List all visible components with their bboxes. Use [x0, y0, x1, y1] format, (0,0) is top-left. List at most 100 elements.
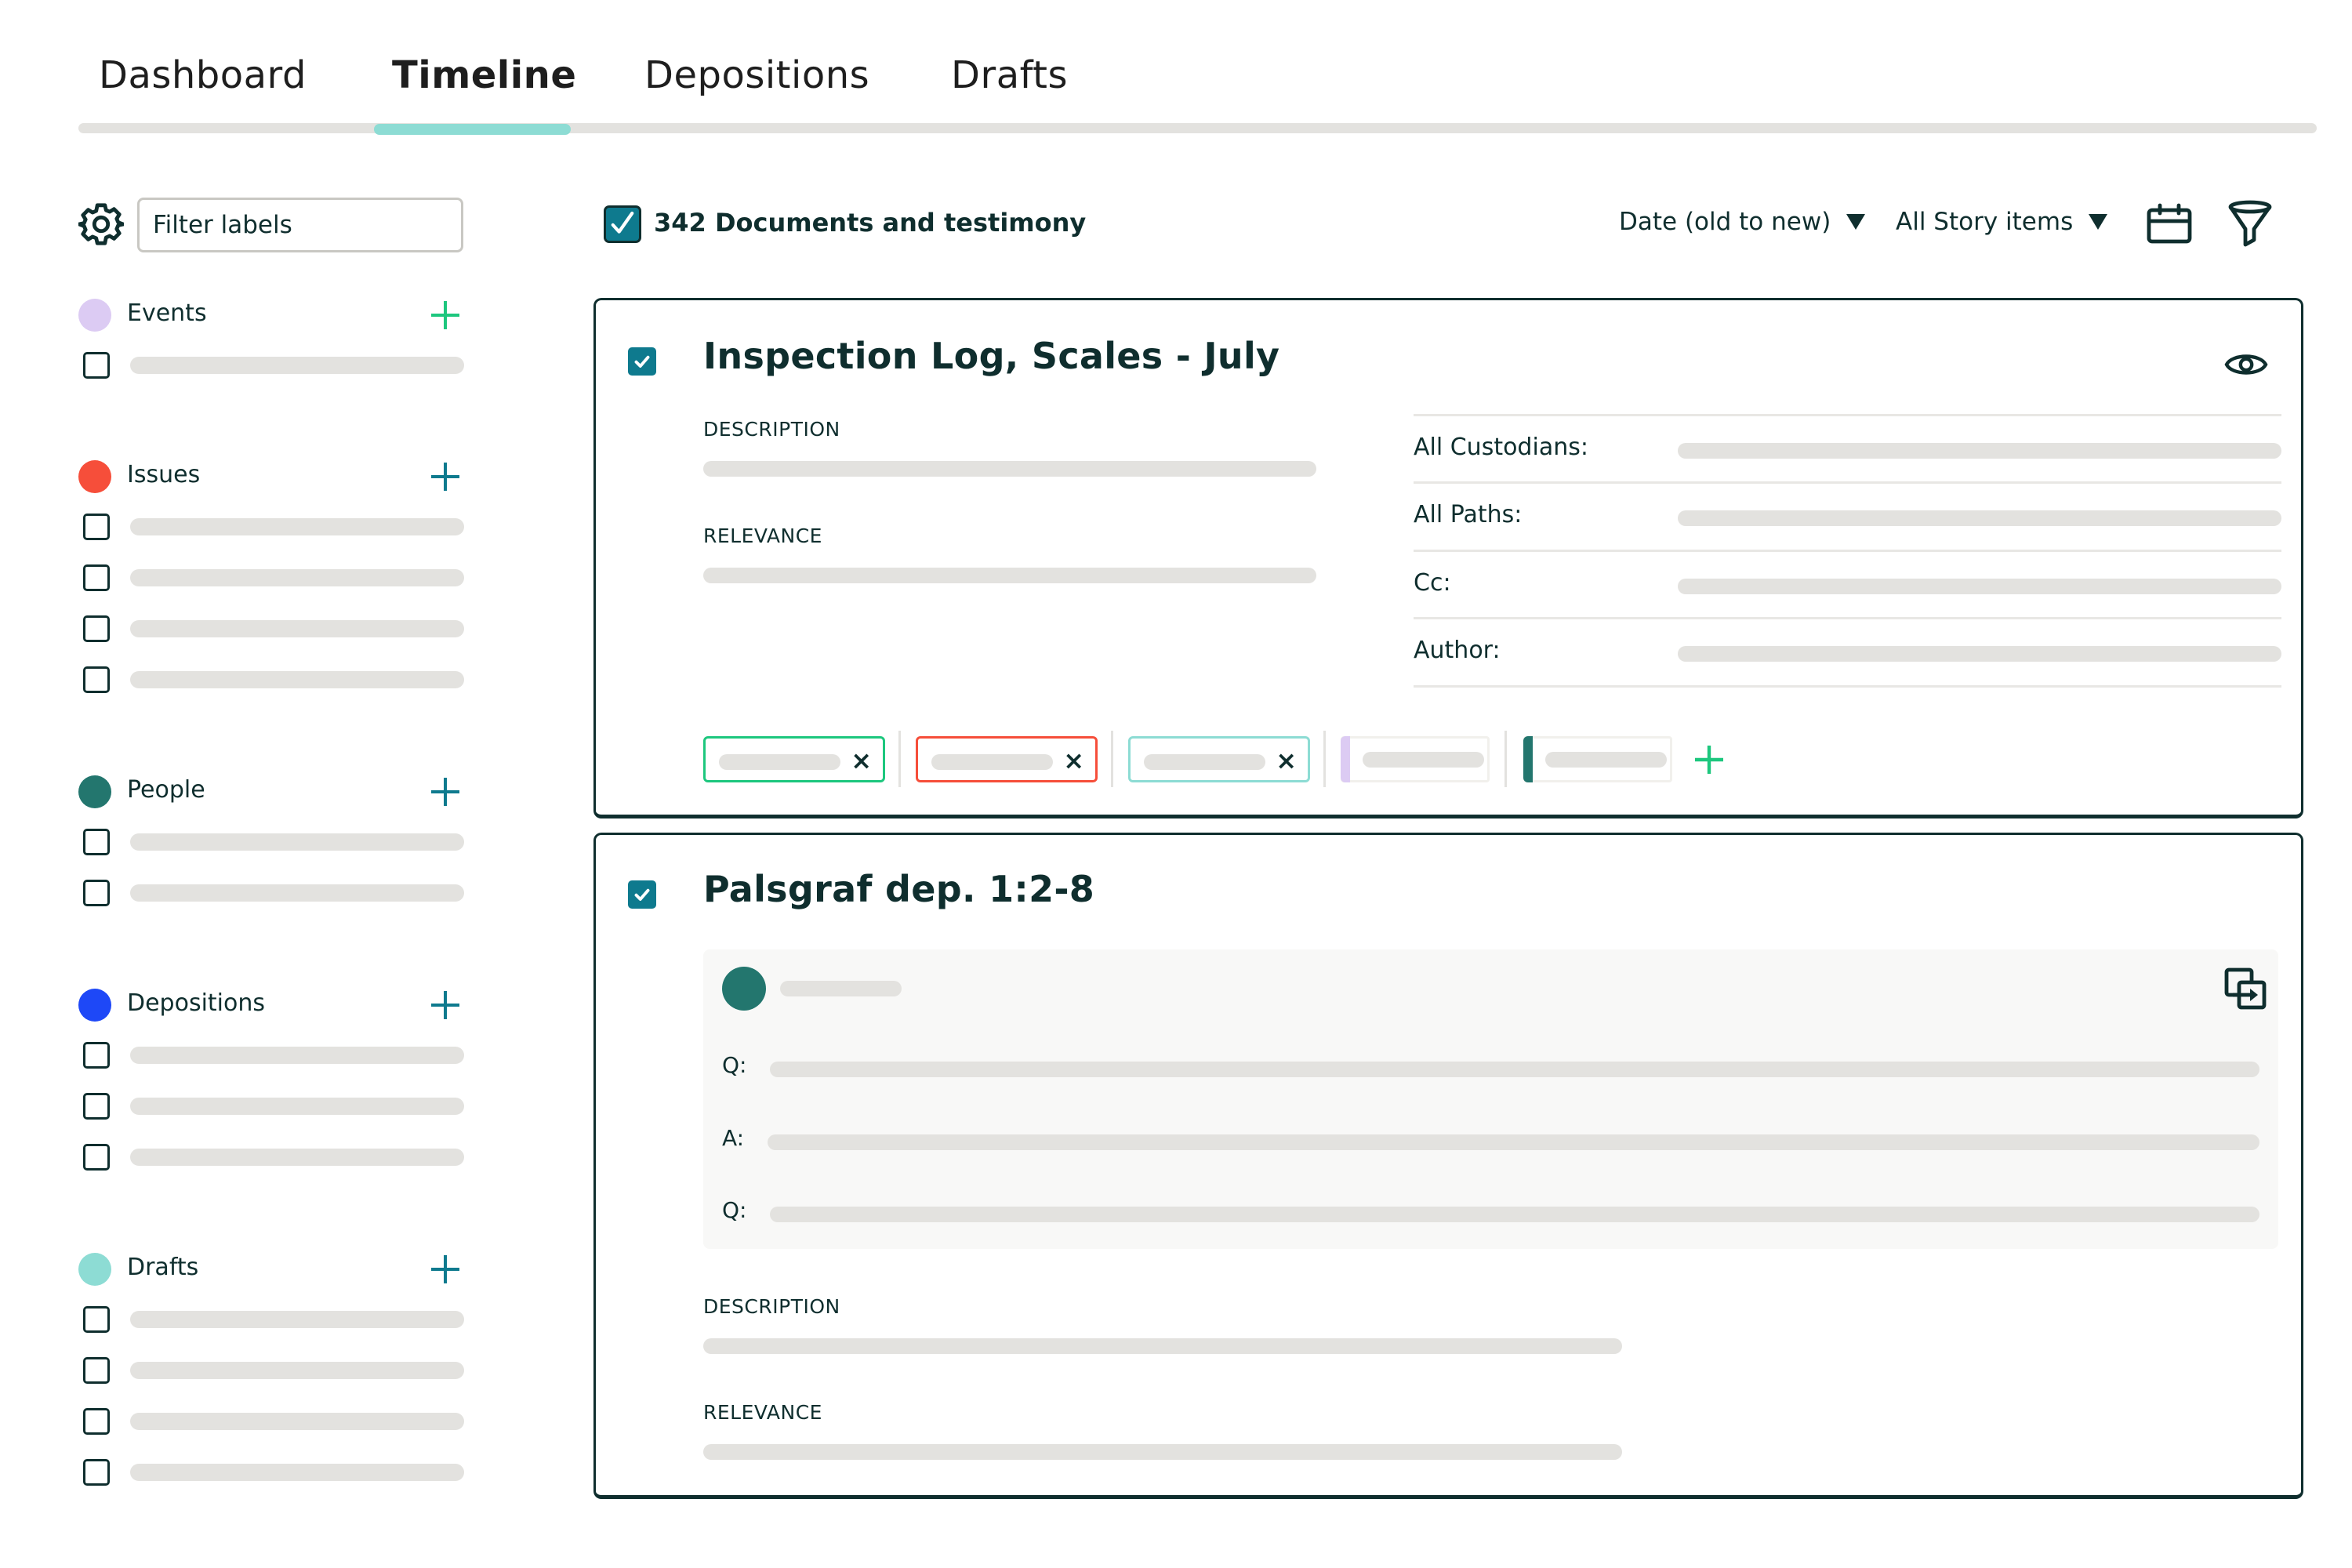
select-all-checkbox[interactable] — [604, 205, 641, 243]
divider — [898, 731, 901, 787]
relevance-label: RELEVANCE — [703, 1401, 822, 1424]
group-color-dot — [78, 989, 111, 1022]
description-placeholder — [703, 1338, 1622, 1354]
meta-label: Author: — [1414, 637, 1501, 664]
tab-dashboard[interactable]: Dashboard — [99, 53, 307, 97]
card-title[interactable]: Palsgraf dep. 1:2-8 — [703, 868, 1094, 910]
label-checkbox[interactable] — [83, 1459, 110, 1486]
label-checkbox[interactable] — [83, 352, 110, 379]
label-name-placeholder — [130, 884, 464, 902]
plus-icon[interactable] — [1693, 744, 1725, 775]
card-checkbox[interactable] — [628, 347, 656, 376]
meta-label: Cc: — [1414, 569, 1451, 597]
divider — [1414, 685, 2281, 688]
transcript-line-placeholder — [768, 1134, 2259, 1150]
calendar-icon[interactable] — [2146, 202, 2193, 246]
divider — [1414, 481, 2281, 484]
label-checkbox[interactable] — [83, 880, 110, 906]
relevance-placeholder — [703, 1444, 1622, 1460]
document-count-label: 342 Documents and testimony — [654, 208, 1087, 238]
card-title[interactable]: Inspection Log, Scales - July — [703, 335, 1279, 377]
eye-icon[interactable] — [2224, 349, 2268, 380]
label-name-placeholder — [130, 1098, 464, 1115]
label-checkbox[interactable] — [83, 1144, 110, 1171]
story-card-deposition[interactable]: Palsgraf dep. 1:2-8 Q: A: Q: DESCRIPTION… — [593, 833, 2303, 1499]
checkmark-icon — [611, 211, 634, 234]
sidebar-group-people[interactable]: People — [127, 776, 205, 804]
tag-chip[interactable]: × — [916, 736, 1098, 782]
tag-label-placeholder — [931, 754, 1053, 770]
label-name-placeholder — [130, 1149, 464, 1166]
plus-icon[interactable] — [430, 989, 461, 1021]
divider — [1414, 550, 2281, 552]
divider — [1323, 731, 1326, 787]
tab-timeline[interactable]: Timeline — [392, 53, 576, 97]
sort-dropdown[interactable]: Date (old to new) — [1619, 208, 1866, 236]
story-items-dropdown[interactable]: All Story items — [1896, 208, 2108, 236]
filter-labels-input[interactable] — [137, 198, 463, 252]
label-checkbox[interactable] — [83, 1042, 110, 1069]
group-color-dot — [78, 775, 111, 808]
question-label: Q: — [722, 1052, 747, 1078]
tag-label-placeholder — [719, 754, 840, 770]
meta-value-placeholder — [1678, 510, 2281, 526]
plus-icon[interactable] — [430, 461, 461, 492]
label-checkbox[interactable] — [83, 615, 110, 642]
card-checkbox[interactable] — [628, 880, 656, 909]
label-name-placeholder — [130, 1464, 464, 1481]
tag-chip[interactable]: × — [1128, 736, 1310, 782]
description-placeholder — [703, 461, 1316, 477]
tag-chip[interactable] — [1341, 736, 1490, 782]
tag-chip[interactable] — [1523, 736, 1672, 782]
label-name-placeholder — [130, 1047, 464, 1064]
label-checkbox[interactable] — [83, 1408, 110, 1435]
meta-value-placeholder — [1678, 646, 2281, 662]
story-card-document[interactable]: Inspection Log, Scales - July DESCRIPTIO… — [593, 298, 2303, 818]
speaker-name-placeholder — [780, 981, 902, 996]
sidebar-group-drafts[interactable]: Drafts — [127, 1254, 198, 1281]
open-in-new-icon[interactable] — [2223, 967, 2267, 1011]
label-checkbox[interactable] — [83, 829, 110, 855]
tag-label-placeholder — [1363, 752, 1484, 768]
label-checkbox[interactable] — [83, 564, 110, 591]
answer-label: A: — [722, 1125, 745, 1151]
tab-drafts[interactable]: Drafts — [951, 53, 1068, 97]
plus-icon[interactable] — [430, 1254, 461, 1285]
remove-tag-icon[interactable]: × — [1276, 746, 1297, 775]
meta-label: All Paths: — [1414, 501, 1523, 528]
caret-down-icon — [2089, 214, 2108, 230]
label-name-placeholder — [130, 833, 464, 851]
label-checkbox[interactable] — [83, 666, 110, 693]
checkmark-icon — [634, 888, 650, 901]
transcript-line-placeholder — [770, 1207, 2259, 1222]
tag-label-placeholder — [1144, 754, 1265, 770]
funnel-icon[interactable] — [2227, 199, 2274, 248]
gear-icon[interactable] — [78, 201, 124, 247]
label-name-placeholder — [130, 671, 464, 688]
meta-label: All Custodians: — [1414, 434, 1588, 461]
tag-chip[interactable]: × — [703, 736, 885, 782]
tab-depositions[interactable]: Depositions — [644, 53, 869, 97]
sidebar-group-events[interactable]: Events — [127, 299, 207, 327]
transcript-line-placeholder — [770, 1062, 2259, 1077]
label-checkbox[interactable] — [83, 514, 110, 540]
remove-tag-icon[interactable]: × — [851, 746, 872, 775]
divider — [1414, 617, 2281, 619]
sort-dropdown-value: Date (old to new) — [1619, 208, 1831, 236]
sidebar-group-issues[interactable]: Issues — [127, 461, 200, 488]
plus-icon[interactable] — [430, 299, 461, 331]
divider — [1504, 731, 1507, 787]
label-checkbox[interactable] — [83, 1357, 110, 1384]
story-items-dropdown-value: All Story items — [1896, 208, 2074, 236]
label-checkbox[interactable] — [83, 1306, 110, 1333]
sidebar-group-depositions[interactable]: Depositions — [127, 989, 265, 1017]
tag-color-stripe — [1523, 736, 1533, 782]
divider — [1414, 414, 2281, 416]
tag-label-placeholder — [1545, 752, 1667, 768]
label-checkbox[interactable] — [83, 1093, 110, 1120]
active-tab-indicator — [374, 124, 571, 135]
remove-tag-icon[interactable]: × — [1063, 746, 1084, 775]
plus-icon[interactable] — [430, 776, 461, 808]
meta-value-placeholder — [1678, 443, 2281, 459]
checkmark-icon — [634, 355, 650, 368]
